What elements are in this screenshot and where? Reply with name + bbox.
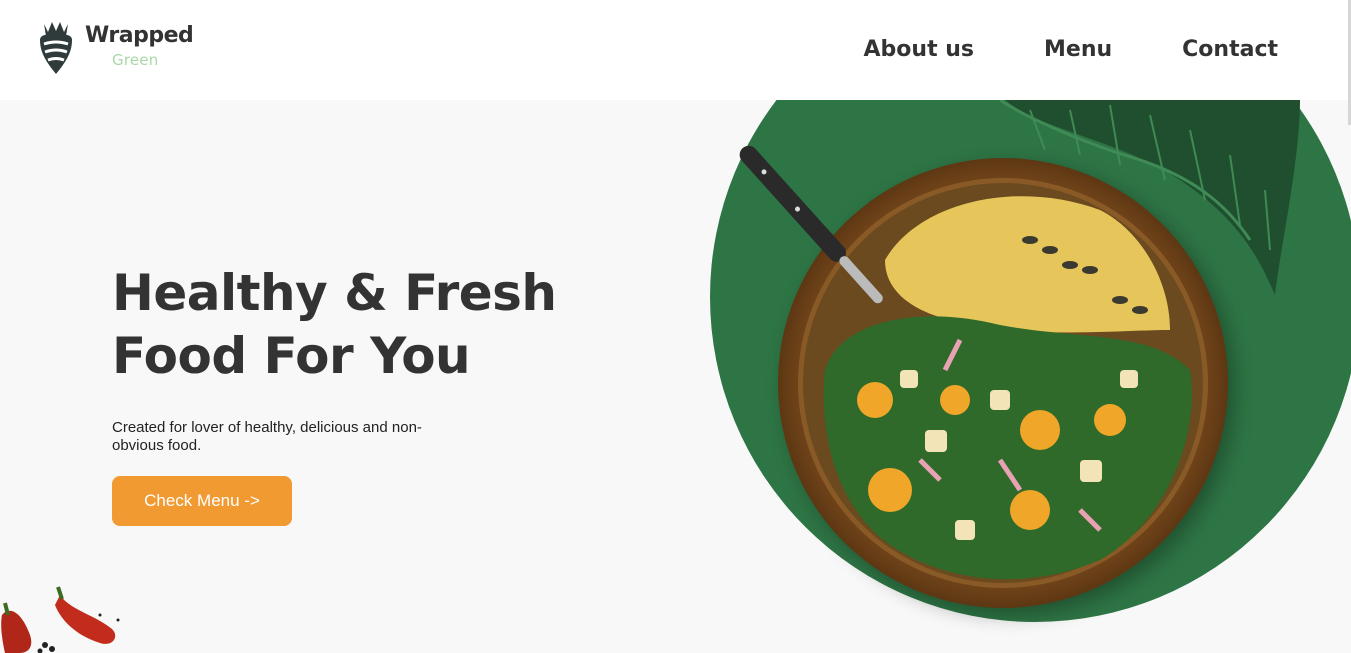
site-header: Wrapped Green About us Menu Contact xyxy=(0,0,1351,100)
hero-subtitle: Created for lover of healthy, delicious … xyxy=(112,419,422,454)
beet-logo-icon xyxy=(40,22,72,74)
main-nav: About us Menu Contact xyxy=(794,34,1278,66)
check-menu-button[interactable]: Check Menu -> xyxy=(112,476,292,526)
brand-logo[interactable]: Wrapped Green xyxy=(36,18,206,78)
nav-about-us[interactable]: About us xyxy=(864,34,974,66)
hero-visual xyxy=(700,100,1351,653)
nav-contact[interactable]: Contact xyxy=(1182,34,1278,66)
hero-title-line-2: Food For You xyxy=(112,327,471,385)
hero-title: Healthy & Fresh Food For You xyxy=(112,262,557,388)
salad-bowl-image xyxy=(710,100,1351,622)
brand-name: Wrapped xyxy=(85,23,194,48)
nav-menu[interactable]: Menu xyxy=(1044,34,1112,66)
hero-title-line-1: Healthy & Fresh xyxy=(112,264,557,322)
chili-peppers-image xyxy=(1,586,120,653)
brand-tagline: Green xyxy=(112,51,159,69)
